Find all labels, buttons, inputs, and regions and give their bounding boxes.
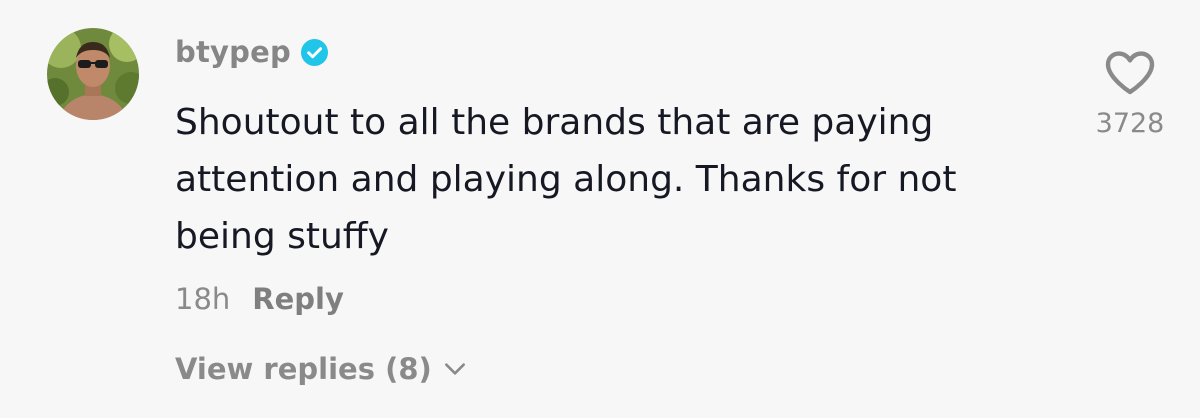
timestamp: 18h — [175, 282, 231, 316]
username-row: btypep — [175, 32, 328, 72]
comment-item: btypep Shoutout to all the brands that a… — [0, 0, 1200, 418]
chevron-down-icon — [444, 363, 465, 375]
view-replies-label: View replies (8) — [175, 352, 432, 386]
like-area: 3728 — [1084, 50, 1176, 139]
avatar-image — [47, 28, 139, 120]
avatar[interactable] — [47, 28, 139, 120]
reply-button[interactable]: Reply — [252, 282, 344, 316]
verified-badge-icon — [300, 38, 328, 66]
comment-text: Shoutout to all the brands that are payi… — [175, 102, 957, 257]
comment-meta: 18h Reply — [175, 278, 344, 320]
like-count: 3728 — [1095, 108, 1165, 139]
username[interactable]: btypep — [175, 35, 291, 69]
view-replies-button[interactable]: View replies (8) — [175, 348, 468, 390]
heart-icon[interactable] — [1104, 50, 1156, 96]
